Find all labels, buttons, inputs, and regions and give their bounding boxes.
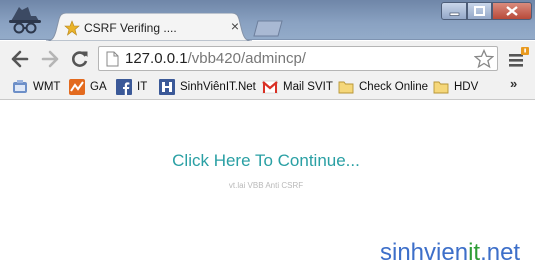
bookmark-label: SinhViênIT.Net: [180, 81, 256, 93]
bookmark-check-online[interactable]: Check Online: [338, 78, 428, 96]
bookmark-label: Check Online: [359, 81, 429, 93]
page-icon: [106, 51, 119, 67]
new-tab-button[interactable]: [252, 19, 284, 37]
url-path: /vbb420/admincp/: [187, 50, 306, 67]
minimize-button[interactable]: [441, 2, 467, 20]
watermark-part: .net: [480, 239, 521, 266]
favicon-icon: [64, 20, 80, 36]
folder-icon: [433, 81, 449, 94]
back-button[interactable]: [10, 49, 30, 69]
tab-title: CSRF Verifing ....: [84, 21, 177, 35]
url-host: 127.0.0.1: [125, 50, 188, 67]
credit-text: vt.lai VBB Anti CSRF: [228, 181, 304, 190]
webmaster-tools-icon: [13, 80, 27, 93]
bookmark-sinhvienit[interactable]: SinhViênIT.Net: [159, 78, 256, 96]
facebook-icon: [116, 79, 132, 95]
chrome-menu-icon[interactable]: [506, 46, 530, 72]
bookmark-label: WMT: [33, 81, 61, 93]
bookmark-star-icon[interactable]: [474, 49, 494, 69]
bookmark-hdv[interactable]: HDV: [433, 78, 478, 96]
site-watermark: sinhvienit.net: [380, 241, 520, 265]
folder-icon: [338, 81, 354, 94]
bookmark-mail-svit[interactable]: Mail SVIT: [262, 78, 333, 96]
continue-link[interactable]: Click Here To Continue...: [0, 151, 532, 171]
watermark-part: it: [468, 239, 481, 266]
gmail-icon: [262, 80, 278, 94]
bookmark-label: GA: [90, 81, 107, 93]
url-text[interactable]: 127.0.0.1/vbb420/admincp/: [125, 50, 306, 67]
reload-button[interactable]: [70, 49, 90, 69]
bookmark-label: HDV: [454, 81, 479, 93]
bookmark-label: Mail SVIT: [283, 81, 333, 93]
incognito-icon: [9, 7, 41, 34]
bookmark-wmt[interactable]: WMT: [12, 78, 60, 96]
forward-button[interactable]: [40, 49, 60, 69]
bookmark-label: IT: [137, 81, 148, 93]
bookmarks-overflow-icon[interactable]: »: [510, 76, 517, 91]
maximize-button[interactable]: [467, 2, 492, 20]
watermark-part: sinhvien: [380, 239, 469, 266]
hub-icon: [159, 79, 175, 95]
close-window-button[interactable]: [492, 2, 532, 20]
analytics-icon: [69, 79, 85, 95]
tab-close-icon[interactable]: ×: [228, 19, 242, 33]
bookmark-ga[interactable]: GA: [69, 78, 107, 96]
bookmark-it[interactable]: IT: [116, 78, 147, 96]
